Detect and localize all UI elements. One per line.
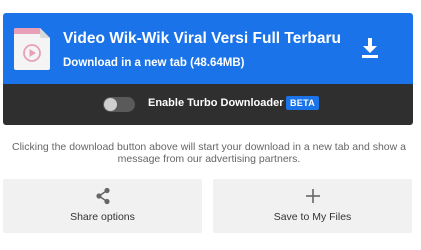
save-to-my-files-button[interactable]: Save to My Files [213, 179, 412, 233]
file-subtitle: Download in a new tab (48.64MB) [63, 57, 245, 69]
share-options-button[interactable]: Share options [3, 179, 202, 233]
download-arrow-icon [362, 38, 378, 58]
download-notice: Clicking the download button above will … [12, 141, 406, 165]
turbo-toggle[interactable] [103, 97, 135, 112]
video-file-icon [14, 28, 50, 70]
turbo-bar: Enable Turbo Downloader BETA [3, 84, 413, 125]
share-icon [96, 187, 110, 205]
toggle-knob [104, 98, 117, 111]
download-button[interactable]: Video Wik-Wik Viral Versi Full Terbaru D… [3, 13, 413, 84]
turbo-label: Enable Turbo Downloader [148, 97, 284, 109]
beta-badge: BETA [286, 96, 320, 110]
plus-icon [306, 189, 320, 203]
file-title: Video Wik-Wik Viral Versi Full Terbaru [63, 30, 341, 47]
share-options-label: Share options [70, 211, 135, 223]
download-card: Video Wik-Wik Viral Versi Full Terbaru D… [3, 13, 413, 125]
save-to-my-files-label: Save to My Files [273, 211, 352, 223]
